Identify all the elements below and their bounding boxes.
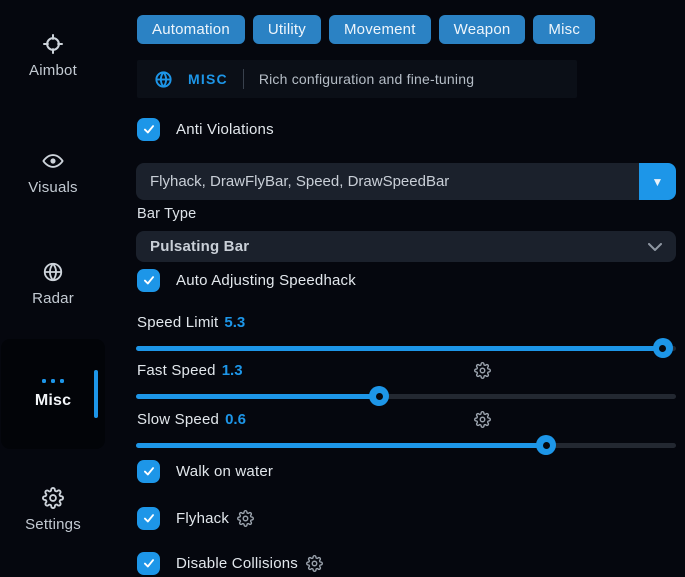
divider [243, 69, 244, 89]
sidebar-item-visuals[interactable]: Visuals [0, 150, 106, 196]
slider-thumb[interactable] [369, 386, 389, 406]
dropdown-button[interactable]: ▼ [639, 163, 676, 200]
section-subtitle: Rich configuration and fine-tuning [259, 71, 474, 87]
globe-icon [154, 70, 173, 89]
bar-type-label: Bar Type [137, 206, 196, 222]
gear-icon[interactable] [306, 555, 323, 572]
slider-value: 0.6 [225, 411, 246, 428]
checkbox-label: Auto Adjusting Speedhack [176, 272, 356, 289]
slider-slow-speed[interactable] [136, 435, 676, 455]
tab-movement[interactable]: Movement [329, 15, 431, 44]
checkbox-label: Flyhack [176, 510, 229, 527]
crosshair-icon [42, 33, 64, 55]
tab-automation[interactable]: Automation [137, 15, 245, 44]
dropdown-triangle-icon: ▼ [652, 175, 664, 189]
section-header: MISC Rich configuration and fine-tuning [137, 60, 577, 98]
tab-weapon[interactable]: Weapon [439, 15, 526, 44]
slider-fill [136, 443, 546, 448]
bar-multiselect: Flyhack, DrawFlyBar, Speed, DrawSpeedBar… [136, 163, 676, 200]
sidebar: Aimbot Visuals Radar [0, 0, 106, 563]
gear-icon[interactable] [474, 411, 491, 428]
globe-icon [42, 261, 64, 283]
sidebar-item-settings[interactable]: Settings [0, 487, 106, 533]
checkbox-label: Anti Violations [176, 121, 274, 138]
checkbox-auto-adjusting-speedhack[interactable]: Auto Adjusting Speedhack [137, 268, 356, 292]
checkbox-disable-collisions[interactable]: Disable Collisions [137, 551, 323, 575]
slider-value: 5.3 [224, 314, 245, 331]
sidebar-item-label: Radar [32, 290, 74, 307]
gear-icon[interactable] [474, 362, 491, 379]
chevron-down-icon [648, 243, 662, 251]
checkbox-checked-icon[interactable] [137, 552, 160, 575]
section-title: MISC [188, 71, 228, 87]
slider-fast-speed[interactable] [136, 386, 676, 406]
sidebar-item-label: Misc [35, 392, 71, 410]
checkbox-label: Disable Collisions [176, 555, 298, 572]
checkbox-walk-on-water[interactable]: Walk on water [137, 459, 273, 483]
sidebar-item-radar[interactable]: Radar [0, 261, 106, 307]
slider-value: 1.3 [222, 362, 243, 379]
slider-speed-limit[interactable] [136, 338, 676, 358]
slider-thumb[interactable] [653, 338, 673, 358]
slider-label-fast-speed: Fast Speed1.3 [137, 362, 243, 379]
sidebar-item-aimbot[interactable]: Aimbot [0, 33, 106, 79]
bar-type-select[interactable]: Pulsating Bar [136, 231, 676, 262]
slider-label-speed-limit: Speed Limit5.3 [137, 314, 245, 331]
slider-label-slow-speed: Slow Speed0.6 [137, 411, 246, 428]
sidebar-item-misc-selected[interactable]: Misc [1, 339, 105, 449]
category-tabs: Automation Utility Movement Weapon Misc [137, 15, 595, 44]
sidebar-item-label: Visuals [28, 179, 77, 196]
content-panel: Automation Utility Movement Weapon Misc … [136, 0, 676, 563]
active-indicator-bar [94, 370, 98, 418]
tab-misc[interactable]: Misc [533, 15, 595, 44]
bar-multiselect-value[interactable]: Flyhack, DrawFlyBar, Speed, DrawSpeedBar [136, 163, 639, 200]
sidebar-item-label: Settings [25, 516, 81, 533]
checkbox-checked-icon[interactable] [137, 507, 160, 530]
tab-utility[interactable]: Utility [253, 15, 321, 44]
sidebar-item-label: Aimbot [29, 62, 77, 79]
bar-type-value: Pulsating Bar [150, 238, 249, 255]
gear-icon [42, 487, 64, 509]
checkbox-flyhack[interactable]: Flyhack [137, 506, 254, 530]
slider-fill [136, 394, 379, 399]
checkbox-checked-icon[interactable] [137, 118, 160, 141]
gear-icon[interactable] [237, 510, 254, 527]
checkbox-label: Walk on water [176, 463, 273, 480]
checkbox-checked-icon[interactable] [137, 269, 160, 292]
slider-fill [136, 346, 663, 351]
eye-icon [42, 150, 64, 172]
mod-menu-window: Aimbot Visuals Radar [0, 0, 685, 563]
checkbox-checked-icon[interactable] [137, 460, 160, 483]
slider-thumb[interactable] [536, 435, 556, 455]
dots-icon [42, 379, 64, 383]
checkbox-anti-violations[interactable]: Anti Violations [137, 117, 274, 141]
